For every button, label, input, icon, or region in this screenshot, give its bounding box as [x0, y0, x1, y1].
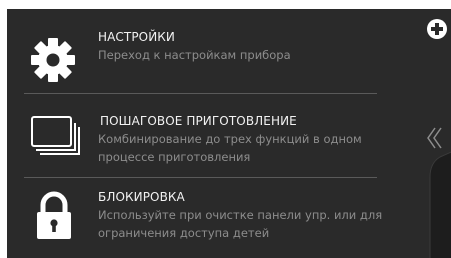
- menu-item-title: БЛОКИРОВКА: [98, 190, 185, 204]
- menu-item-description: Переход к настройкам прибора: [98, 48, 291, 62]
- menu-item-title: ПОШАГОВОЕ ПРИГОТОВЛЕНИЕ: [100, 114, 297, 128]
- settings-menu-screen: НАСТРОЙКИ Переход к настройкам прибора П…: [7, 9, 451, 258]
- menu-item-lock[interactable]: БЛОКИРОВКА Используйте при очистке панел…: [7, 178, 407, 258]
- double-chevron-left-icon[interactable]: [425, 125, 447, 151]
- menu-item-step-cooking[interactable]: ПОШАГОВОЕ ПРИГОТОВЛЕНИЕ Комбинирование д…: [7, 94, 407, 178]
- menu-item-description: Используйте при очистке панели упр. или …: [98, 208, 383, 240]
- side-panel-edge: [418, 149, 451, 258]
- stacked-steps-icon: [29, 113, 80, 161]
- lock-icon: [34, 191, 82, 239]
- menu-item-title: НАСТРОЙКИ: [98, 30, 175, 44]
- menu-item-description: Комбинирование до трех функций в одном п…: [98, 132, 362, 164]
- plus-circle-icon[interactable]: [427, 19, 447, 39]
- menu-item-settings[interactable]: НАСТРОЙКИ Переход к настройкам прибора: [7, 9, 407, 93]
- gear-icon: [29, 36, 77, 84]
